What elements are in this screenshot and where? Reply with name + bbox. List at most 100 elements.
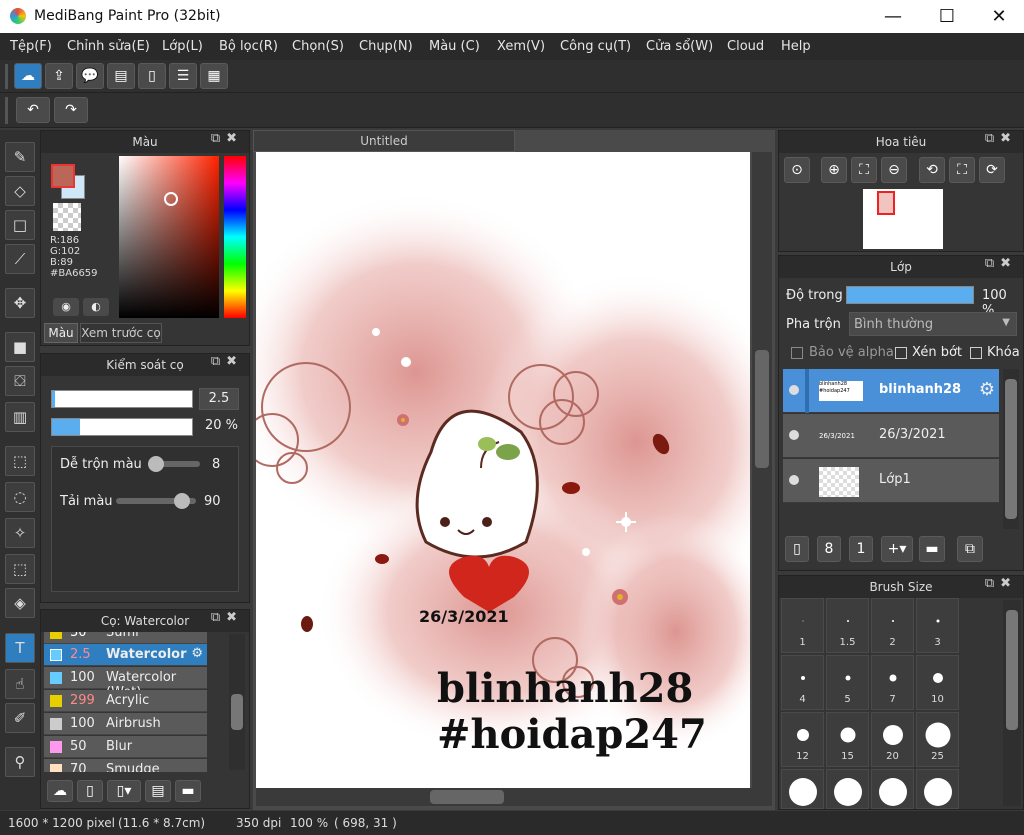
zoom-actual-icon[interactable]: ⊙	[784, 157, 810, 183]
toolbar-grip[interactable]	[5, 64, 8, 89]
tab-color[interactable]: Màu	[44, 323, 78, 343]
maximize-button[interactable]: ☐	[924, 0, 970, 33]
hue-slider[interactable]	[224, 156, 246, 318]
brush-size-cell[interactable]: 12	[781, 712, 824, 767]
menu-cloud[interactable]: Cloud	[727, 39, 764, 54]
grid-edit-icon[interactable]: ▦	[200, 63, 228, 89]
panel-controls[interactable]: ⧉✖	[211, 354, 243, 369]
hand-tool-icon[interactable]: ✐	[5, 703, 35, 733]
clip-checkbox[interactable]	[895, 347, 907, 359]
zoom-in-icon[interactable]: ⊕	[821, 157, 847, 183]
canvas-horizontal-scrollbar[interactable]	[256, 788, 772, 806]
navigator-preview[interactable]	[863, 189, 943, 249]
list-item[interactable]: 30 Sumi	[44, 632, 207, 644]
brush-size-cell[interactable]: 25	[916, 712, 959, 767]
cloud-brush-icon[interactable]: ☁	[47, 780, 73, 802]
add-brush-icon[interactable]: ▯▾	[107, 780, 141, 802]
rotate-right-icon[interactable]: ⟳	[979, 157, 1005, 183]
menu-filter[interactable]: Bộ lọc(R)	[219, 39, 278, 54]
blend-mode-select[interactable]: Bình thường ▼	[849, 312, 1017, 336]
menu-layer[interactable]: Lớp(L)	[162, 39, 203, 54]
panel-controls[interactable]: ⧉✖	[985, 131, 1017, 146]
layer-opacity-slider[interactable]	[846, 286, 974, 304]
new-1bit-layer-icon[interactable]: 1	[849, 536, 873, 562]
operation-tool-icon[interactable]: ☝	[5, 669, 35, 699]
brush-opacity-slider[interactable]	[51, 418, 193, 436]
brush-size-cell[interactable]: 20	[871, 712, 914, 767]
share-icon[interactable]: ⇪	[45, 63, 73, 89]
flip-icon[interactable]: ⛶	[949, 157, 975, 183]
picker-cursor[interactable]	[164, 192, 178, 206]
drawing-canvas[interactable]: 26/3/2021 blinhanh28 #hoidap247	[256, 152, 750, 788]
menu-tools[interactable]: Công cụ(T)	[560, 39, 631, 54]
menu-snap[interactable]: Chụp(N)	[359, 39, 413, 54]
tab-brush-preview[interactable]: Xem trước cọ	[80, 323, 162, 343]
gradient-tool-icon[interactable]: ▥	[5, 402, 35, 432]
brush-list-scrollbar[interactable]	[229, 634, 245, 770]
list-item[interactable]: 70 Smudge	[44, 759, 207, 772]
brush-settings-icon[interactable]: ▤	[145, 780, 171, 802]
saturation-value-picker[interactable]	[119, 156, 219, 318]
menu-edit[interactable]: Chỉnh sửa(E)	[67, 39, 150, 54]
menu-select[interactable]: Chọn(S)	[292, 39, 344, 54]
select-eraser-tool-icon[interactable]: ◈	[5, 588, 35, 618]
eyedropper-tool-icon[interactable]: ⚲	[5, 747, 35, 777]
add-layer-menu-icon[interactable]: +▾	[881, 536, 913, 562]
panel-controls[interactable]: ⧉✖	[985, 256, 1017, 271]
lock-checkbox[interactable]	[970, 347, 982, 359]
comment-icon[interactable]: 💬	[76, 63, 104, 89]
menu-view[interactable]: Xem(V)	[497, 39, 545, 54]
fit-icon[interactable]: ⛶	[851, 157, 877, 183]
select-pen-tool-icon[interactable]: ⬚	[5, 554, 35, 584]
document-icon[interactable]: ▯	[138, 63, 166, 89]
undo-icon[interactable]: ↶	[16, 97, 50, 123]
brush-size-cell[interactable]: 3	[916, 598, 959, 653]
magic-wand-tool-icon[interactable]: ✧	[5, 518, 35, 548]
brush-size-scrollbar[interactable]	[1003, 600, 1021, 806]
toolbar-grip[interactable]	[5, 97, 8, 124]
brush-size-cell[interactable]: 4	[781, 655, 824, 710]
bucket-tool-icon[interactable]: ⛋	[5, 366, 35, 396]
layer-scrollbar[interactable]	[1003, 369, 1019, 529]
menu-help[interactable]: Help	[781, 39, 811, 54]
mix-slider[interactable]	[148, 456, 200, 472]
list-item[interactable]: 100 Airbrush	[44, 713, 207, 735]
menu-file[interactable]: Tệp(F)	[10, 39, 52, 54]
menu-color[interactable]: Màu (C)	[429, 39, 480, 54]
list-item[interactable]: 100Watercolor (Wet)	[44, 667, 207, 700]
brush-size-cell[interactable]: 5	[826, 655, 869, 710]
protect-alpha-checkbox[interactable]	[791, 347, 803, 359]
brush-size-cell[interactable]	[871, 769, 914, 809]
load-slider[interactable]	[116, 493, 196, 509]
brush-size-cell[interactable]	[826, 769, 869, 809]
brush-size-value[interactable]: 2.5	[199, 388, 239, 410]
list-item[interactable]: 50 Blur	[44, 736, 207, 758]
close-button[interactable]: ✕	[976, 0, 1022, 33]
zoom-out-icon[interactable]: ⊖	[881, 157, 907, 183]
new-layer-icon[interactable]: ▯	[785, 536, 809, 562]
canvas-vertical-scrollbar[interactable]	[752, 152, 772, 788]
brush-size-cell[interactable]: 1	[781, 598, 824, 653]
brush-size-cell[interactable]	[916, 769, 959, 809]
brush-size-slider[interactable]	[51, 390, 193, 408]
color-swap-icon[interactable]: ◐	[83, 298, 109, 316]
fill-rect-tool-icon[interactable]: ■	[5, 332, 35, 362]
list-icon[interactable]: ☰	[169, 63, 197, 89]
menu-window[interactable]: Cửa sổ(W)	[646, 39, 713, 54]
palette-icon[interactable]: ◉	[53, 298, 79, 316]
layer-row[interactable]: blinhanh28 #hoidap247 blinhanh28 ⚙	[783, 369, 999, 413]
brush-size-cell[interactable]: 15	[826, 712, 869, 767]
primary-color-swatch[interactable]	[51, 164, 75, 188]
rectangle-tool-icon[interactable]: □	[5, 210, 35, 240]
layer-row[interactable]: 26/3/2021 26/3/2021	[783, 414, 999, 458]
brush-size-cell[interactable]	[781, 769, 824, 809]
panel-controls[interactable]: ⧉✖	[985, 576, 1017, 591]
panel-controls[interactable]: ⧉✖	[211, 610, 243, 625]
layer-row[interactable]: Lớp1	[783, 459, 999, 503]
brush-size-cell[interactable]: 1.5	[826, 598, 869, 653]
text-tool-icon[interactable]: T	[5, 633, 35, 663]
brush-size-cell[interactable]: 2	[871, 598, 914, 653]
move-tool-icon[interactable]: ✥	[5, 288, 35, 318]
folder-icon[interactable]: ▬	[919, 536, 945, 562]
new-8bit-layer-icon[interactable]: 8	[817, 536, 841, 562]
